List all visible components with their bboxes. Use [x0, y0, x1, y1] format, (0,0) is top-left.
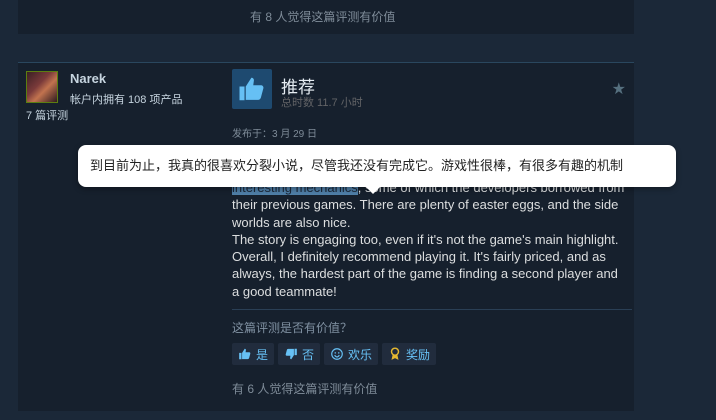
vote-no-label: 否 [302, 347, 315, 362]
review-card: Narek 帐户内拥有 108 项产品 7 篇评测 推荐 总时数 11.7 小时… [18, 62, 634, 411]
playtime-hours: 总时数 11.7 小时 [281, 97, 363, 109]
vote-buttons: 是 否 欢乐 奖励 [232, 343, 437, 365]
award-icon [390, 347, 400, 360]
vote-yes-button[interactable]: 是 [232, 343, 275, 365]
vote-no-button[interactable]: 否 [278, 343, 321, 365]
smiley-icon [331, 348, 343, 360]
thumbs-up-icon [239, 348, 251, 360]
author-review-count[interactable]: 7 篇评测 [26, 107, 68, 123]
award-label: 奖励 [406, 347, 431, 362]
tooltip-arrow [366, 187, 380, 194]
vote-funny-button[interactable]: 欢乐 [324, 343, 379, 365]
divider [232, 309, 632, 310]
review-text: interesting mechanics, some of which the… [232, 179, 628, 300]
translation-tooltip: 到目前为止，我真的很喜欢分裂小说，尽管我还没有完成它。游戏性很棒，有很多有趣的机… [78, 145, 676, 187]
vote-yes-label: 是 [256, 347, 269, 362]
vote-funny-label: 欢乐 [348, 347, 373, 362]
thumbs-up-icon [232, 69, 272, 109]
helpful-count: 有 6 人觉得这篇评测有价值 [232, 382, 378, 396]
avatar[interactable] [26, 71, 58, 103]
thumbs-down-icon [285, 348, 297, 360]
author-products-owned[interactable]: 帐户内拥有 108 项产品 [70, 91, 182, 107]
previous-review-footer: 有 8 人觉得这篇评测有价值 [18, 0, 634, 34]
author-name[interactable]: Narek [70, 71, 106, 86]
posted-date: 发布于：3 月 29 日 [232, 129, 318, 140]
review-paragraph-2: The story is engaging too, even if it's … [232, 231, 619, 299]
star-icon[interactable]: ★ [612, 79, 626, 99]
previous-helpful-count: 有 8 人觉得这篇评测有价值 [250, 10, 396, 24]
helpful-question: 这篇评测是否有价值？ [232, 321, 353, 335]
award-button[interactable]: 奖励 [382, 343, 437, 365]
